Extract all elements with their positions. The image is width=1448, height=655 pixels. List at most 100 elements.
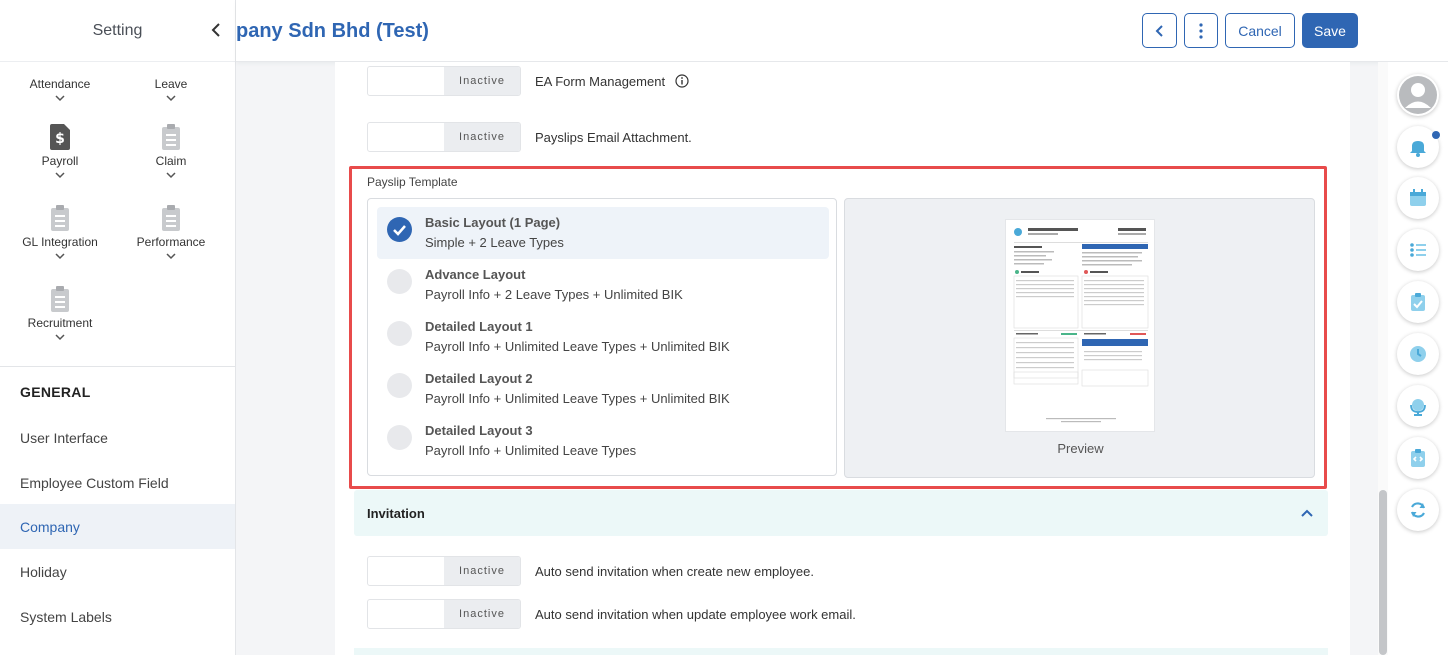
module-label: Leave — [154, 77, 188, 91]
sidebar-item-user-interface[interactable]: User Interface — [0, 415, 235, 460]
option-subtitle: Payroll Info + Unlimited Leave Types + U… — [425, 391, 730, 406]
invite-create-toggle[interactable]: Inactive — [367, 556, 521, 586]
invitation-section-header[interactable]: Invitation — [354, 490, 1328, 536]
ea-form-toggle[interactable]: Inactive — [367, 66, 521, 96]
clipboard-icon — [162, 124, 180, 150]
list-icon[interactable] — [1397, 229, 1439, 271]
toggle-status: Inactive — [444, 67, 520, 95]
sidebar: Setting Attendance Leave $ Payroll Claim — [0, 0, 236, 655]
radio-unchecked-icon — [387, 425, 412, 450]
notification-dot — [1432, 131, 1440, 139]
toggle-status: Inactive — [444, 557, 520, 585]
invite-create-label: Auto send invitation when create new emp… — [535, 563, 814, 579]
layout-option-detailed-3[interactable]: Detailed Layout 3 Payroll Info + Unlimit… — [377, 415, 829, 467]
layout-option-advance[interactable]: Advance Layout Payroll Info + 2 Leave Ty… — [377, 259, 829, 311]
chevron-left-icon — [1155, 24, 1163, 37]
module-claim[interactable]: Claim — [115, 124, 227, 180]
option-subtitle: Payroll Info + Unlimited Leave Types — [425, 443, 637, 458]
checklist-icon[interactable] — [1397, 281, 1439, 323]
invite-update-label: Auto send invitation when update employe… — [535, 606, 856, 622]
chevron-down-icon — [55, 334, 65, 341]
section-title: Invitation — [367, 506, 425, 521]
module-leave[interactable]: Leave — [115, 77, 227, 103]
chevron-up-icon — [1301, 509, 1313, 517]
sidebar-divider — [0, 366, 236, 367]
radio-unchecked-icon — [387, 269, 412, 294]
layout-option-detailed-2[interactable]: Detailed Layout 2 Payroll Info + Unlimit… — [377, 363, 829, 415]
toggle-status: Inactive — [444, 123, 520, 151]
page-title: pany Sdn Bhd (Test) — [236, 20, 429, 42]
clipboard-icon — [51, 205, 69, 231]
option-title: Basic Layout (1 Page) — [425, 215, 561, 230]
option-subtitle: Payroll Info + Unlimited Leave Types + U… — [425, 339, 730, 354]
ea-form-row: Inactive EA Form Management — [367, 66, 689, 96]
chevron-down-icon — [55, 253, 65, 260]
save-button[interactable]: Save — [1302, 13, 1358, 48]
module-label: GL Integration — [22, 235, 98, 249]
chevron-down-icon — [55, 172, 65, 179]
sidebar-section-heading: GENERAL — [20, 384, 91, 400]
payslip-template-label: Payslip Template — [367, 175, 458, 189]
chevron-down-icon — [55, 95, 65, 102]
svg-text:$: $ — [55, 131, 65, 147]
sidebar-title: Setting — [92, 21, 143, 39]
option-title: Detailed Layout 2 — [425, 371, 533, 386]
info-icon[interactable] — [675, 74, 689, 88]
option-subtitle: Payroll Info + 2 Leave Types + Unlimited… — [425, 287, 683, 302]
invite-create-row: Inactive Auto send invitation when creat… — [367, 556, 814, 586]
radio-checked-icon — [387, 217, 412, 242]
payslip-email-toggle[interactable]: Inactive — [367, 122, 521, 152]
avatar[interactable] — [1397, 74, 1439, 116]
radio-unchecked-icon — [387, 373, 412, 398]
back-button[interactable] — [1142, 13, 1177, 48]
layout-option-basic[interactable]: Basic Layout (1 Page) Simple + 2 Leave T… — [377, 207, 829, 259]
sidebar-item-holiday[interactable]: Holiday — [0, 549, 235, 594]
clipboard-icon — [162, 205, 180, 231]
sidebar-item-employee-custom-field[interactable]: Employee Custom Field — [0, 460, 235, 505]
option-title: Detailed Layout 3 — [425, 423, 533, 438]
module-attendance[interactable]: Attendance — [4, 77, 116, 103]
module-grid: Attendance Leave $ Payroll Claim GL Inte… — [0, 62, 235, 367]
radio-unchecked-icon — [387, 321, 412, 346]
next-section-header[interactable] — [354, 648, 1328, 655]
kebab-menu-icon — [1199, 22, 1203, 39]
clipboard-icon — [51, 286, 69, 312]
module-label: Recruitment — [27, 316, 93, 330]
payslip-email-row: Inactive Payslips Email Attachment. — [367, 122, 692, 152]
option-title: Detailed Layout 1 — [425, 319, 533, 334]
module-gl-integration[interactable]: GL Integration — [4, 205, 116, 261]
module-label: Claim — [155, 154, 187, 168]
sidebar-item-system-labels[interactable]: System Labels — [0, 594, 235, 639]
option-subtitle: Simple + 2 Leave Types — [425, 235, 564, 250]
chevron-down-icon — [166, 253, 176, 260]
calendar-icon[interactable] — [1397, 177, 1439, 219]
preview-panel: Preview — [844, 198, 1315, 478]
preview-label: Preview — [1057, 441, 1104, 456]
cancel-button[interactable]: Cancel — [1225, 13, 1295, 48]
scrollbar-thumb[interactable] — [1379, 490, 1387, 655]
invite-update-row: Inactive Auto send invitation when updat… — [367, 599, 856, 629]
layout-options-panel: Basic Layout (1 Page) Simple + 2 Leave T… — [367, 198, 837, 476]
globe-icon[interactable] — [1397, 385, 1439, 427]
module-label: Attendance — [29, 77, 91, 91]
module-payroll[interactable]: $ Payroll — [4, 124, 116, 180]
code-clipboard-icon[interactable] — [1397, 437, 1439, 479]
top-bar: pany Sdn Bhd (Test) Cancel Save — [236, 0, 1448, 62]
module-label: Payroll — [41, 154, 79, 168]
chevron-down-icon — [166, 95, 176, 102]
more-options-button[interactable] — [1184, 13, 1218, 48]
option-title: Advance Layout — [425, 267, 526, 282]
sidebar-item-company[interactable]: Company — [0, 504, 235, 549]
chevron-down-icon — [166, 172, 176, 179]
toggle-status: Inactive — [444, 600, 520, 628]
collapse-chevron-icon[interactable] — [209, 20, 223, 40]
payslip-preview-thumbnail[interactable] — [1005, 219, 1155, 432]
layout-option-detailed-1[interactable]: Detailed Layout 1 Payroll Info + Unlimit… — [377, 311, 829, 363]
payslip-email-label: Payslips Email Attachment. — [535, 129, 692, 145]
module-recruitment[interactable]: Recruitment — [4, 286, 116, 342]
refresh-icon[interactable] — [1397, 489, 1439, 531]
ea-form-label: EA Form Management — [535, 73, 666, 89]
clock-icon[interactable] — [1397, 333, 1439, 375]
invite-update-toggle[interactable]: Inactive — [367, 599, 521, 629]
module-performance[interactable]: Performance — [115, 205, 227, 261]
